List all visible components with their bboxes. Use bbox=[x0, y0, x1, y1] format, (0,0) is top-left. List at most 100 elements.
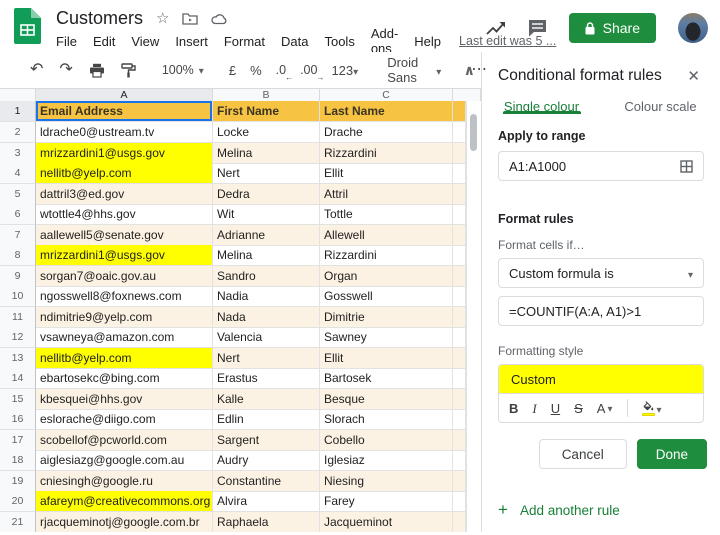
cell-last[interactable]: Ellit bbox=[320, 348, 453, 369]
row-number[interactable]: 17 bbox=[0, 430, 36, 451]
column-header-c[interactable]: C bbox=[320, 89, 453, 101]
row-number[interactable]: 21 bbox=[0, 512, 36, 533]
menu-item[interactable]: View bbox=[123, 32, 167, 51]
condition-select[interactable]: Custom formula is bbox=[498, 258, 704, 288]
row-number[interactable]: 10 bbox=[0, 286, 36, 307]
row-number[interactable]: 13 bbox=[0, 348, 36, 369]
font-select[interactable]: Droid Sans bbox=[377, 55, 451, 85]
cell-first[interactable]: Nada bbox=[213, 307, 320, 328]
cell-last[interactable]: Besque bbox=[320, 389, 453, 410]
format-currency-button[interactable]: £ bbox=[222, 63, 243, 78]
menu-item[interactable]: Format bbox=[216, 32, 273, 51]
cell-extra[interactable] bbox=[453, 450, 466, 471]
sheets-logo-icon[interactable] bbox=[14, 8, 41, 44]
cell-extra[interactable] bbox=[453, 163, 466, 184]
row-number[interactable]: 14 bbox=[0, 368, 36, 389]
cell-email[interactable]: aiglesiazg@google.com.au bbox=[36, 450, 213, 471]
row-number[interactable]: 2 bbox=[0, 122, 36, 143]
cell-extra[interactable] bbox=[453, 491, 466, 512]
column-header-d[interactable] bbox=[453, 89, 481, 101]
cell-first[interactable]: Raphaela bbox=[213, 512, 320, 533]
cell-extra[interactable] bbox=[453, 143, 466, 164]
cell-first[interactable]: Alvira bbox=[213, 491, 320, 512]
share-button[interactable]: Share bbox=[569, 13, 656, 43]
menu-item[interactable]: Edit bbox=[85, 32, 123, 51]
cell-first[interactable]: Wit bbox=[213, 204, 320, 225]
row-number[interactable]: 12 bbox=[0, 327, 36, 348]
row-number[interactable]: 18 bbox=[0, 450, 36, 471]
zoom-dropdown[interactable]: 100% bbox=[156, 63, 210, 77]
strikethrough-button[interactable]: S bbox=[574, 402, 583, 415]
cell-extra[interactable] bbox=[453, 122, 466, 143]
cell-last-header[interactable]: Last Name bbox=[320, 101, 453, 122]
cell-first[interactable]: Erastus bbox=[213, 368, 320, 389]
close-icon[interactable]: ✕ bbox=[683, 65, 704, 87]
cancel-button[interactable]: Cancel bbox=[539, 439, 627, 469]
row-number[interactable]: 15 bbox=[0, 389, 36, 410]
cell-email[interactable]: cniesingh@google.ru bbox=[36, 471, 213, 492]
cell-last[interactable]: Organ bbox=[320, 266, 453, 287]
cell-email[interactable]: ldrache0@ustream.tv bbox=[36, 122, 213, 143]
redo-icon[interactable]: ↷ bbox=[51, 62, 80, 78]
insights-icon[interactable] bbox=[486, 20, 506, 36]
cell-email[interactable]: ebartosekc@bing.com bbox=[36, 368, 213, 389]
cell-email[interactable]: sorgan7@oaic.gov.au bbox=[36, 266, 213, 287]
move-folder-icon[interactable] bbox=[182, 12, 198, 25]
cell-email[interactable]: scobellof@pcworld.com bbox=[36, 430, 213, 451]
avatar[interactable] bbox=[678, 13, 708, 43]
cell-last[interactable]: Drache bbox=[320, 122, 453, 143]
cell-first[interactable]: Adrianne bbox=[213, 225, 320, 246]
select-data-range-icon[interactable] bbox=[680, 160, 693, 173]
collapse-toolbar-icon[interactable]: ∧ bbox=[464, 62, 475, 79]
cell-last[interactable]: Attril bbox=[320, 184, 453, 205]
paint-format-icon[interactable] bbox=[113, 63, 144, 78]
row-number[interactable]: 5 bbox=[0, 184, 36, 205]
cell-extra[interactable] bbox=[453, 307, 466, 328]
cell-extra[interactable] bbox=[453, 327, 466, 348]
cell-extra[interactable] bbox=[453, 389, 466, 410]
undo-icon[interactable]: ↶ bbox=[22, 62, 51, 78]
text-color-button[interactable]: A bbox=[597, 401, 613, 415]
print-icon[interactable] bbox=[81, 63, 113, 78]
cell-email[interactable]: mrizzardini1@usgs.gov bbox=[36, 143, 213, 164]
cloud-status-icon[interactable] bbox=[211, 13, 228, 25]
vertical-scrollbar[interactable] bbox=[466, 101, 481, 532]
cell-first[interactable]: Melina bbox=[213, 143, 320, 164]
bold-button[interactable]: B bbox=[509, 402, 518, 415]
cell-extra[interactable] bbox=[453, 368, 466, 389]
menu-item[interactable]: Insert bbox=[167, 32, 216, 51]
cell-last[interactable]: Dimitrie bbox=[320, 307, 453, 328]
row-number[interactable]: 3 bbox=[0, 143, 36, 164]
tab-single-colour[interactable]: Single colour bbox=[482, 99, 601, 114]
cell-first[interactable]: Melina bbox=[213, 245, 320, 266]
format-percent-button[interactable]: % bbox=[243, 63, 269, 78]
cell-last[interactable]: Cobello bbox=[320, 430, 453, 451]
cell-first[interactable]: Dedra bbox=[213, 184, 320, 205]
cell-first[interactable]: Locke bbox=[213, 122, 320, 143]
cell-extra[interactable] bbox=[453, 245, 466, 266]
row-number[interactable]: 7 bbox=[0, 225, 36, 246]
cell-first[interactable]: Valencia bbox=[213, 327, 320, 348]
cell-email[interactable]: afareym@creativecommons.org bbox=[36, 491, 213, 512]
cell-extra[interactable] bbox=[453, 471, 466, 492]
add-another-rule-button[interactable]: + Add another rule bbox=[482, 485, 720, 535]
cell-first[interactable]: Edlin bbox=[213, 409, 320, 430]
cell-email[interactable]: nellitb@yelp.com bbox=[36, 348, 213, 369]
cell-last[interactable]: Iglesiaz bbox=[320, 450, 453, 471]
menu-item[interactable]: Data bbox=[273, 32, 316, 51]
cell-last[interactable]: Allewell bbox=[320, 225, 453, 246]
cell-extra[interactable] bbox=[453, 409, 466, 430]
comment-icon[interactable] bbox=[528, 19, 547, 37]
row-number[interactable]: 19 bbox=[0, 471, 36, 492]
corner-cell[interactable] bbox=[0, 89, 36, 101]
cell-extra[interactable] bbox=[453, 512, 466, 533]
row-number[interactable]: 6 bbox=[0, 204, 36, 225]
underline-button[interactable]: U bbox=[551, 402, 560, 415]
cell-last[interactable]: Tottle bbox=[320, 204, 453, 225]
cell-email[interactable]: vsawneya@amazon.com bbox=[36, 327, 213, 348]
row-number[interactable]: 4 bbox=[0, 163, 36, 184]
cell-last[interactable]: Farey bbox=[320, 491, 453, 512]
menu-item[interactable]: Help bbox=[406, 32, 449, 51]
cell-first[interactable]: Nert bbox=[213, 163, 320, 184]
cell-extra[interactable] bbox=[453, 348, 466, 369]
